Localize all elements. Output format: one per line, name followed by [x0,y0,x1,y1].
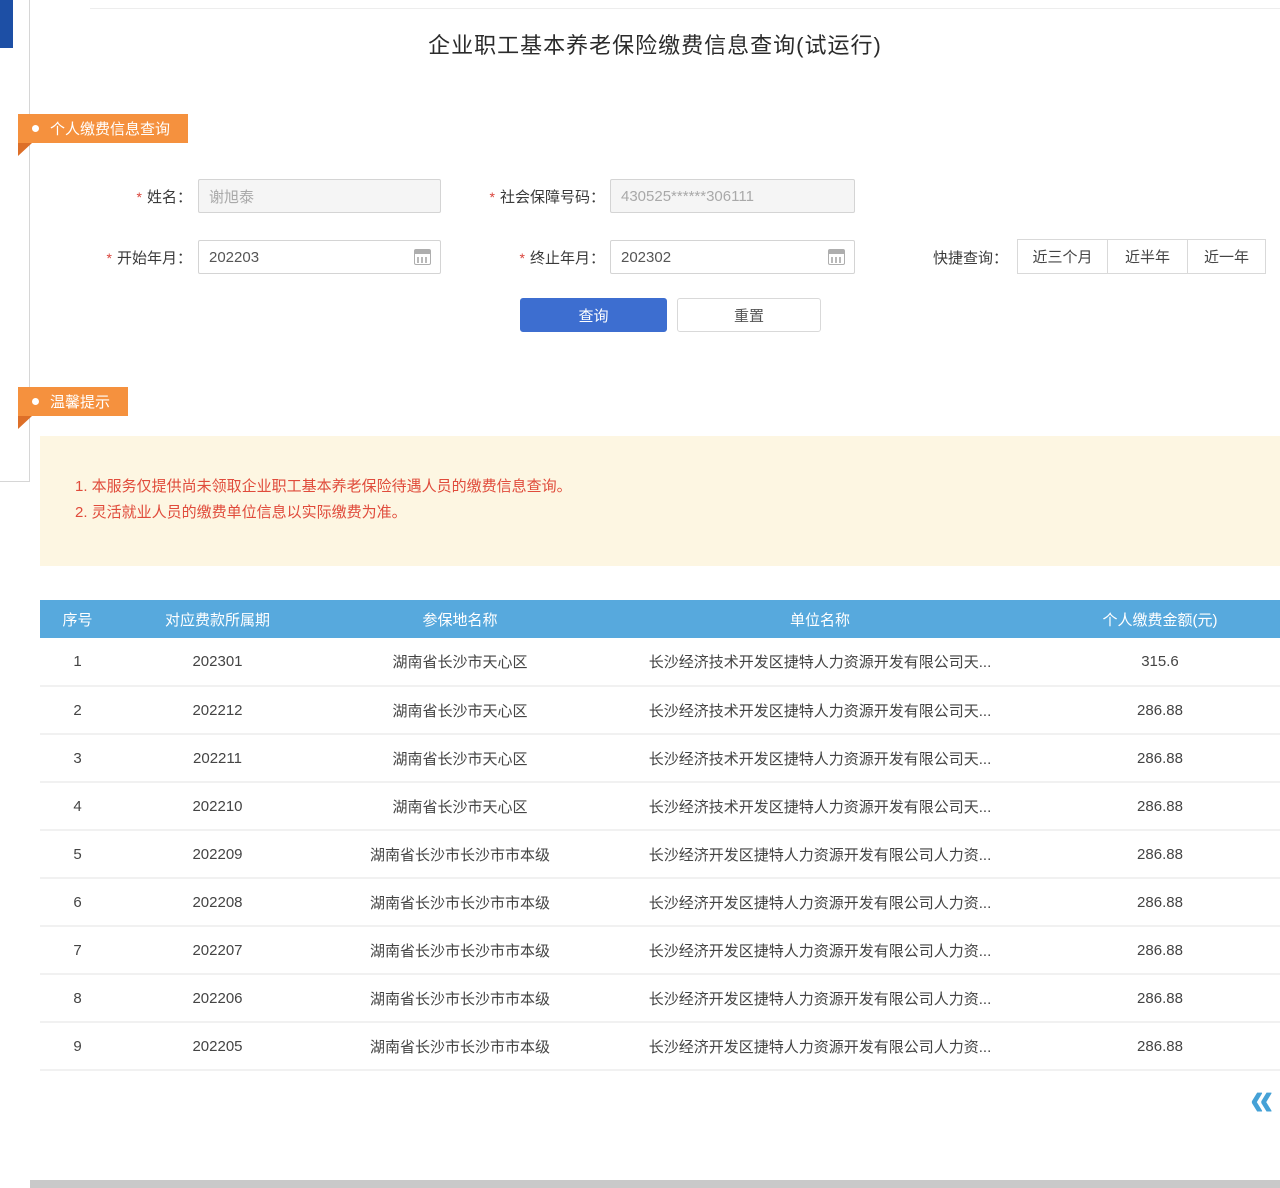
cell-company: 长沙经济技术开发区捷特人力资源开发有限公司天... [600,782,1040,830]
cell-area: 湖南省长沙市天心区 [320,686,600,734]
calendar-icon[interactable] [414,249,431,265]
table-row: 9 202205 湖南省长沙市长沙市市本级 长沙经济开发区捷特人力资源开发有限公… [40,1022,1280,1070]
cell-area: 湖南省长沙市天心区 [320,734,600,782]
card-top-border [90,8,1280,9]
end-month-label: *终止年月： [495,247,605,268]
page-title: 企业职工基本养老保险缴费信息查询(试运行) [30,28,1280,60]
corner-brand-block [0,0,13,48]
cell-period: 202209 [115,830,320,878]
section-header-tips: 温馨提示 [18,387,128,416]
bottom-edge-strip [30,1180,1280,1188]
cell-area: 湖南省长沙市天心区 [320,782,600,830]
quick-btn-last-year[interactable]: 近一年 [1187,239,1266,274]
name-label: *姓名： [100,186,192,207]
quick-btn-last-half-year[interactable]: 近半年 [1107,239,1188,274]
start-month-label: *开始年月： [85,247,192,268]
cell-index: 4 [40,782,115,830]
cell-area: 湖南省长沙市长沙市市本级 [320,830,600,878]
cell-period: 202210 [115,782,320,830]
table-row: 3 202211 湖南省长沙市天心区 长沙经济技术开发区捷特人力资源开发有限公司… [40,734,1280,782]
tips-line: 2. 灵活就业人员的缴费单位信息以实际缴费为准。 [75,500,1250,526]
end-month-field[interactable] [610,240,855,274]
cell-area: 湖南省长沙市长沙市市本级 [320,974,600,1022]
cell-area: 湖南省长沙市长沙市市本级 [320,878,600,926]
section-header-personal-query: 个人缴费信息查询 [18,114,188,143]
header-period: 对应费款所属期 [115,600,320,638]
cell-index: 2 [40,686,115,734]
section-header-label: 个人缴费信息查询 [50,118,170,139]
bullet-dot-icon [32,398,39,405]
cell-amount: 315.6 [1040,638,1280,686]
cell-period: 202208 [115,878,320,926]
header-index: 序号 [40,600,115,638]
cell-index: 1 [40,638,115,686]
name-field[interactable] [198,179,441,213]
table-row: 2 202212 湖南省长沙市天心区 长沙经济技术开发区捷特人力资源开发有限公司… [40,686,1280,734]
reset-button[interactable]: 重置 [677,298,821,332]
quick-query-group: 近三个月 近半年 近一年 [1017,239,1266,274]
required-asterisk: * [490,189,495,205]
cell-company: 长沙经济技术开发区捷特人力资源开发有限公司天... [600,638,1040,686]
tips-panel: 1. 本服务仅提供尚未领取企业职工基本养老保险待遇人员的缴费信息查询。 2. 灵… [40,436,1280,566]
required-asterisk: * [137,189,142,205]
tips-line: 1. 本服务仅提供尚未领取企业职工基本养老保险待遇人员的缴费信息查询。 [75,474,1250,500]
quick-btn-last-3-months[interactable]: 近三个月 [1017,239,1108,274]
ribbon-fold [18,143,32,156]
cell-company: 长沙经济开发区捷特人力资源开发有限公司人力资... [600,1022,1040,1070]
cell-amount: 286.88 [1040,1022,1280,1070]
cell-company: 长沙经济开发区捷特人力资源开发有限公司人力资... [600,830,1040,878]
table-row: 5 202209 湖南省长沙市长沙市市本级 长沙经济开发区捷特人力资源开发有限公… [40,830,1280,878]
table-row: 1 202301 湖南省长沙市天心区 长沙经济技术开发区捷特人力资源开发有限公司… [40,638,1280,686]
cell-company: 长沙经济开发区捷特人力资源开发有限公司人力资... [600,974,1040,1022]
cell-area: 湖南省长沙市天心区 [320,638,600,686]
header-company: 单位名称 [600,600,1040,638]
cell-index: 7 [40,926,115,974]
cell-amount: 286.88 [1040,830,1280,878]
cell-index: 6 [40,878,115,926]
cell-amount: 286.88 [1040,974,1280,1022]
cell-company: 长沙经济技术开发区捷特人力资源开发有限公司天... [600,686,1040,734]
cell-period: 202212 [115,686,320,734]
cell-amount: 286.88 [1040,686,1280,734]
ssn-field[interactable] [610,179,855,213]
cell-period: 202301 [115,638,320,686]
table-body: 1 202301 湖南省长沙市天心区 长沙经济技术开发区捷特人力资源开发有限公司… [40,638,1280,1070]
cell-amount: 286.88 [1040,926,1280,974]
cell-amount: 286.88 [1040,878,1280,926]
cell-amount: 286.88 [1040,782,1280,830]
cell-amount: 286.88 [1040,734,1280,782]
cell-period: 202205 [115,1022,320,1070]
header-amount: 个人缴费金额(元) [1040,600,1280,638]
section-header-label: 温馨提示 [50,391,110,412]
header-area: 参保地名称 [320,600,600,638]
ssn-label: *社会保障号码： [450,186,605,207]
collapse-chevrons-icon[interactable]: « [1250,1075,1273,1123]
cell-company: 长沙经济开发区捷特人力资源开发有限公司人力资... [600,926,1040,974]
payment-records-table: 序号 对应费款所属期 参保地名称 单位名称 个人缴费金额(元) 1 202301… [40,600,1280,1071]
cell-area: 湖南省长沙市长沙市市本级 [320,926,600,974]
cell-area: 湖南省长沙市长沙市市本级 [320,1022,600,1070]
ribbon-fold [18,416,32,429]
cell-period: 202206 [115,974,320,1022]
table-row: 7 202207 湖南省长沙市长沙市市本级 长沙经济开发区捷特人力资源开发有限公… [40,926,1280,974]
table-row: 6 202208 湖南省长沙市长沙市市本级 长沙经济开发区捷特人力资源开发有限公… [40,878,1280,926]
table-row: 8 202206 湖南省长沙市长沙市市本级 长沙经济开发区捷特人力资源开发有限公… [40,974,1280,1022]
calendar-icon[interactable] [828,249,845,265]
cell-company: 长沙经济开发区捷特人力资源开发有限公司人力资... [600,878,1040,926]
cell-company: 长沙经济技术开发区捷特人力资源开发有限公司天... [600,734,1040,782]
cell-index: 9 [40,1022,115,1070]
required-asterisk: * [520,250,525,266]
cell-period: 202207 [115,926,320,974]
cell-period: 202211 [115,734,320,782]
cell-index: 3 [40,734,115,782]
required-asterisk: * [107,250,112,266]
cell-index: 8 [40,974,115,1022]
start-month-field[interactable] [198,240,441,274]
bullet-dot-icon [32,125,39,132]
table-row: 4 202210 湖南省长沙市天心区 长沙经济技术开发区捷特人力资源开发有限公司… [40,782,1280,830]
cell-index: 5 [40,830,115,878]
quick-query-label: 快捷查询： [933,247,1008,268]
query-button[interactable]: 查询 [520,298,667,332]
table-header-row: 序号 对应费款所属期 参保地名称 单位名称 个人缴费金额(元) [40,600,1280,638]
